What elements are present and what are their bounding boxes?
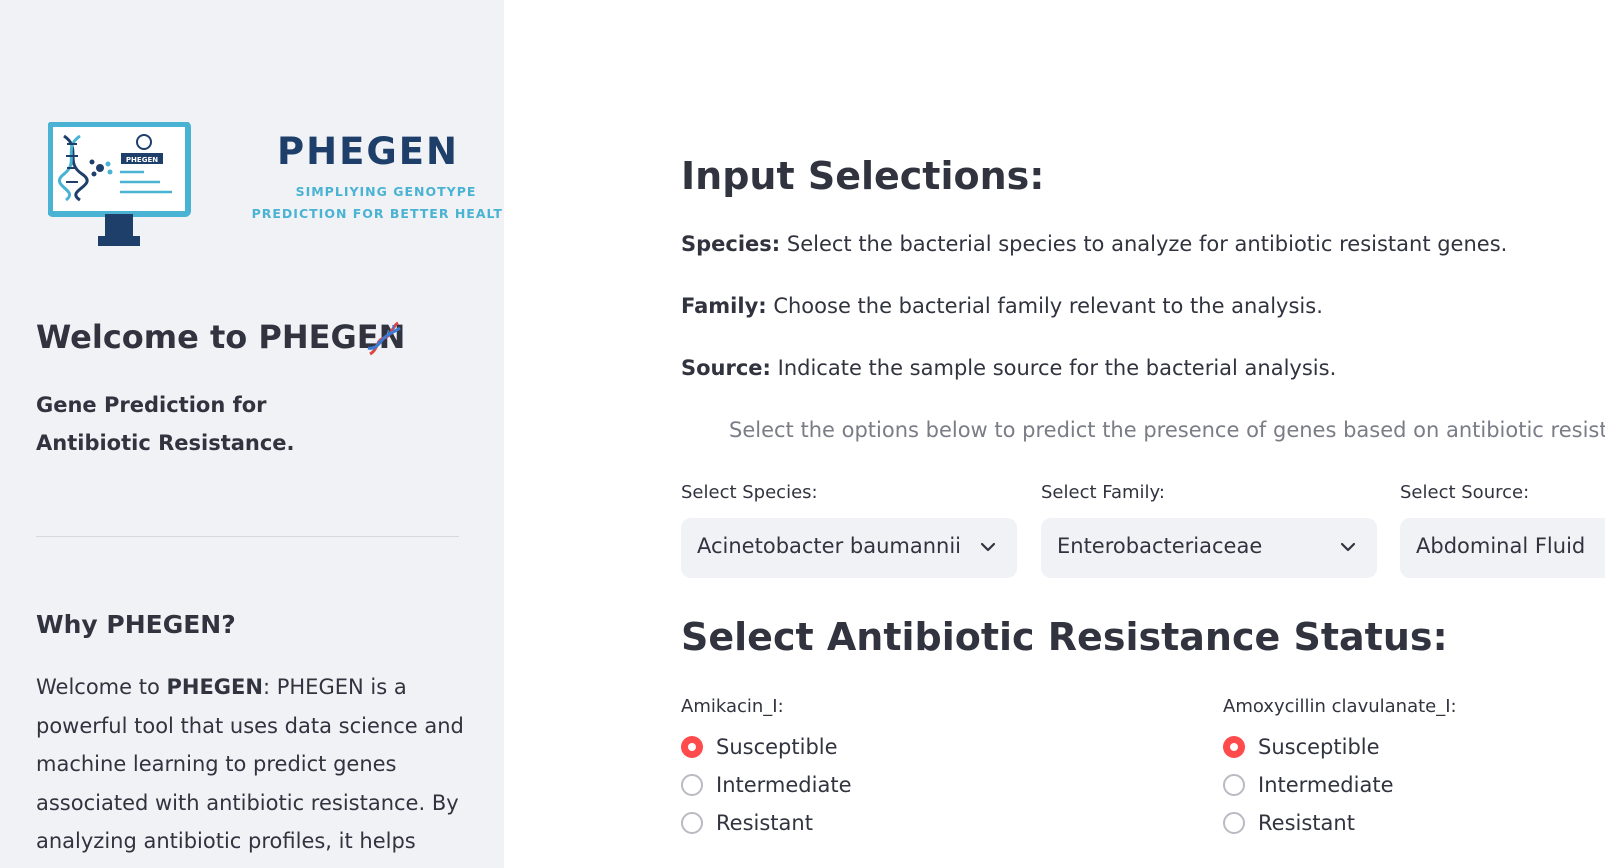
why-bold: PHEGEN <box>166 675 263 699</box>
logo-brand-text: PHEGEN <box>277 130 459 173</box>
source-select-value: Abdominal Fluid <box>1416 534 1586 558</box>
radio-label: Susceptible <box>716 735 838 759</box>
why-paragraph: Welcome to PHEGEN: PHEGEN is a powerful … <box>36 668 466 868</box>
input-selections-heading: Input Selections: <box>681 154 1045 198</box>
welcome-title: Welcome to PHEGEN <box>36 318 406 356</box>
amoxycillin-radio-resistant[interactable]: Resistant <box>1223 809 1355 837</box>
sidebar: PHEGEN PHEGEN SIMPLIYING GENOTYPE PREDIC… <box>0 0 504 868</box>
radio-unselected-icon[interactable] <box>1223 774 1245 796</box>
chevron-down-icon <box>981 542 995 552</box>
amikacin-label: Amikacin_I: <box>681 696 784 717</box>
species-select[interactable]: Acinetobacter baumannii <box>681 518 1017 578</box>
computer-dna-logo-icon: PHEGEN <box>48 122 191 246</box>
resistance-status-heading: Select Antibiotic Resistance Status: <box>681 615 1448 659</box>
species-desc-label: Species: <box>681 232 781 256</box>
options-hint: Select the options below to predict the … <box>729 418 1605 442</box>
family-desc-label: Family: <box>681 294 767 318</box>
why-intro: Welcome to <box>36 675 167 699</box>
main-content: Input Selections: Species: Select the ba… <box>504 0 1605 868</box>
radio-label: Susceptible <box>1258 735 1380 759</box>
amoxycillin-radio-susceptible[interactable]: Susceptible <box>1223 733 1380 761</box>
radio-label: Intermediate <box>716 773 852 797</box>
source-select-label: Select Source: <box>1400 482 1530 503</box>
svg-text:PHEGEN: PHEGEN <box>126 156 158 164</box>
family-select-value: Enterobacteriaceae <box>1057 534 1263 558</box>
radio-label: Resistant <box>716 811 813 835</box>
family-select[interactable]: Enterobacteriaceae <box>1041 518 1377 578</box>
amikacin-radio-resistant[interactable]: Resistant <box>681 809 813 837</box>
amoxycillin-label: Amoxycillin clavulanate_I: <box>1223 696 1457 717</box>
source-description: Source: Indicate the sample source for t… <box>681 356 1336 380</box>
family-select-label: Select Family: <box>1041 482 1165 503</box>
source-desc-label: Source: <box>681 356 771 380</box>
phegen-logo: PHEGEN PHEGEN SIMPLIYING GENOTYPE PREDIC… <box>48 122 504 260</box>
sidebar-divider <box>36 536 459 537</box>
radio-unselected-icon[interactable] <box>1223 812 1245 834</box>
dna-icon <box>367 321 401 356</box>
amikacin-radio-intermediate[interactable]: Intermediate <box>681 771 852 799</box>
why-body: : PHEGEN is a powerful tool that uses da… <box>36 675 464 868</box>
why-heading: Why PHEGEN? <box>36 610 236 639</box>
chevron-down-icon <box>1341 542 1355 552</box>
species-select-value: Acinetobacter baumannii <box>697 534 962 558</box>
radio-label: Intermediate <box>1258 773 1394 797</box>
sidebar-subtitle: Gene Prediction for Antibiotic Resistanc… <box>36 393 295 455</box>
source-select[interactable]: Abdominal Fluid <box>1400 518 1605 578</box>
species-select-label: Select Species: <box>681 482 818 503</box>
amoxycillin-radio-intermediate[interactable]: Intermediate <box>1223 771 1394 799</box>
radio-unselected-icon[interactable] <box>681 774 703 796</box>
species-desc-text: Select the bacterial species to analyze … <box>780 232 1508 256</box>
amikacin-radio-susceptible[interactable]: Susceptible <box>681 733 838 761</box>
radio-selected-icon[interactable] <box>681 736 703 758</box>
radio-label: Resistant <box>1258 811 1355 835</box>
radio-unselected-icon[interactable] <box>681 812 703 834</box>
logo-tagline-line2: PREDICTION FOR BETTER HEALTH <box>251 206 504 221</box>
radio-selected-icon[interactable] <box>1223 736 1245 758</box>
family-description: Family: Choose the bacterial family rele… <box>681 294 1323 318</box>
source-desc-text: Indicate the sample source for the bacte… <box>770 356 1337 380</box>
species-description: Species: Select the bacterial species to… <box>681 232 1507 256</box>
logo-tagline-line1: SIMPLIYING GENOTYPE <box>295 184 477 199</box>
family-desc-text: Choose the bacterial family relevant to … <box>766 294 1323 318</box>
